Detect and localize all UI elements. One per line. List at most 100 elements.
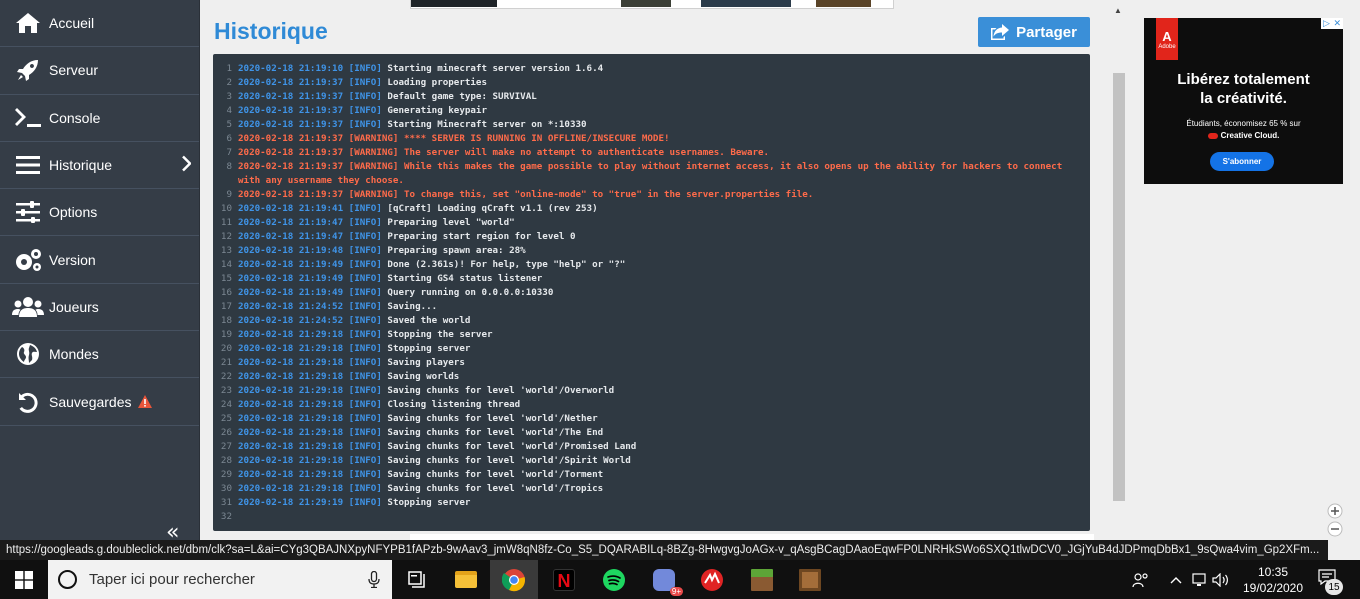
log-line: 12 2020-02-18 21:19:47 [INFO] Preparing s… xyxy=(213,230,1090,244)
log-line: 14 2020-02-18 21:19:49 [INFO] Done (2.361… xyxy=(213,258,1090,272)
log-console[interactable]: 1 2020-02-18 21:19:10 [INFO] Starting min… xyxy=(213,54,1090,531)
log-line-number: 16 xyxy=(220,287,232,298)
log-line: 1 2020-02-18 21:19:10 [INFO] Starting min… xyxy=(213,62,1090,76)
log-line: 31 2020-02-18 21:29:19 [INFO] Stopping se… xyxy=(213,496,1090,510)
log-line-number: 6 xyxy=(226,133,232,144)
sidebar-item-joueurs[interactable]: Joueurs xyxy=(0,284,199,332)
log-message: Generating keypair xyxy=(387,105,487,116)
adobe-ad-banner[interactable]: A Adobe ▷ ✕ Libérez totalement la créati… xyxy=(1144,18,1343,184)
task-view-button[interactable] xyxy=(394,560,442,599)
log-timestamp: 2020-02-18 21:19:37 xyxy=(238,119,344,130)
log-message: Saving chunks for level 'world'/Promised… xyxy=(387,441,637,452)
log-timestamp: 2020-02-18 21:19:49 xyxy=(238,287,344,298)
sidebar-item-serveur[interactable]: Serveur xyxy=(0,47,199,95)
log-line: 2 2020-02-18 21:19:37 [INFO] Loading prop… xyxy=(213,76,1090,90)
sidebar-item-options[interactable]: Options xyxy=(0,189,199,237)
taskbar-app-red[interactable] xyxy=(688,560,736,599)
microphone-icon[interactable] xyxy=(368,570,380,593)
log-timestamp: 2020-02-18 21:29:18 xyxy=(238,413,344,424)
log-level: [INFO] xyxy=(348,245,382,256)
log-timestamp: 2020-02-18 21:29:18 xyxy=(238,343,344,354)
adobe-logo-mark: A xyxy=(1162,28,1172,44)
log-line-text: 2020-02-18 21:19:37 [INFO] Starting Mine… xyxy=(238,118,1078,132)
log-line: 18 2020-02-18 21:24:52 [INFO] Saved the w… xyxy=(213,314,1090,328)
sidebar-item-mondes[interactable]: Mondes xyxy=(0,331,199,379)
network-icon xyxy=(1192,572,1206,586)
log-timestamp: 2020-02-18 21:29:18 xyxy=(238,441,344,452)
log-line-number: 7 xyxy=(226,147,232,158)
log-line-number: 31 xyxy=(220,497,232,508)
log-message: Saving chunks for level 'world'/Overworl… xyxy=(387,385,615,396)
log-level: [INFO] xyxy=(348,203,382,214)
log-level: [INFO] xyxy=(348,371,382,382)
log-line: 29 2020-02-18 21:29:18 [INFO] Saving chun… xyxy=(213,468,1090,482)
log-line-number: 2 xyxy=(226,77,232,88)
ad-close-button[interactable]: ▷ ✕ xyxy=(1321,18,1343,29)
ad-subscribe-button[interactable]: S'abonner xyxy=(1210,152,1274,171)
share-button[interactable]: Partager xyxy=(978,17,1090,47)
log-message: Preparing start region for level 0 xyxy=(387,231,576,242)
volume-button[interactable] xyxy=(1212,560,1230,599)
log-message: To change this, set "online-mode" to "tr… xyxy=(404,189,814,200)
log-line: 9 2020-02-18 21:19:37 [WARNING] To change… xyxy=(213,188,1090,202)
log-line-number: 22 xyxy=(220,371,232,382)
sidebar-item-label: Accueil xyxy=(49,15,95,32)
log-line: 24 2020-02-18 21:29:18 [INFO] Closing lis… xyxy=(213,398,1090,412)
taskbar-chrome[interactable] xyxy=(490,560,538,599)
log-line-text: 2020-02-18 21:29:18 [INFO] Stopping serv… xyxy=(238,342,1078,356)
log-message: Saving chunks for level 'world'/The End xyxy=(387,427,604,438)
log-timestamp: 2020-02-18 21:29:18 xyxy=(238,329,344,340)
sidebar-item-console[interactable]: Console xyxy=(0,95,199,142)
log-line-number: 27 xyxy=(220,441,232,452)
taskbar-search-box[interactable]: Taper ici pour rechercher xyxy=(48,560,392,599)
log-level: [INFO] xyxy=(348,385,382,396)
start-button[interactable] xyxy=(0,560,48,599)
log-line-number: 8 xyxy=(226,161,232,172)
log-level: [INFO] xyxy=(348,357,382,368)
sidebar-item-label: Historique xyxy=(49,157,113,174)
speaker-icon xyxy=(1212,572,1228,587)
taskbar-minecraft[interactable] xyxy=(738,560,786,599)
taskbar-discord[interactable]: 9+ xyxy=(640,560,688,599)
taskbar-minecraft-launcher[interactable] xyxy=(786,560,834,599)
log-timestamp: 2020-02-18 21:29:18 xyxy=(238,427,344,438)
ad-subtext-line-2: Creative Cloud. xyxy=(1144,130,1343,142)
log-message: Stopping server xyxy=(387,343,471,354)
log-line-number: 20 xyxy=(220,343,232,354)
people-button[interactable] xyxy=(1132,560,1150,599)
sidebar-item-label: Joueurs xyxy=(49,298,99,315)
zoom-controls[interactable] xyxy=(1326,502,1344,538)
log-line-number: 30 xyxy=(220,483,232,494)
network-button[interactable] xyxy=(1192,560,1208,599)
tray-overflow-button[interactable] xyxy=(1170,560,1182,599)
taskbar-clock[interactable]: 10:35 19/02/2020 xyxy=(1238,564,1308,596)
crafting-table-icon xyxy=(799,568,821,591)
scroll-up-arrow-icon[interactable]: ▲ xyxy=(1114,6,1122,15)
spotify-icon xyxy=(603,568,625,591)
taskbar-file-explorer[interactable] xyxy=(442,560,490,599)
log-level: [WARNING] xyxy=(348,161,399,172)
log-line: 10 2020-02-18 21:19:41 [INFO] [qCraft] Lo… xyxy=(213,202,1090,216)
log-line-number: 21 xyxy=(220,357,232,368)
gears-icon xyxy=(12,246,44,274)
log-message: Default game type: SURVIVAL xyxy=(387,91,537,102)
log-timestamp: 2020-02-18 21:24:52 xyxy=(238,315,344,326)
taskbar-spotify[interactable] xyxy=(590,560,638,599)
log-message: Preparing level "world" xyxy=(387,217,515,228)
log-line-number: 12 xyxy=(220,231,232,242)
sidebar-item-version[interactable]: Version xyxy=(0,236,199,284)
page-scrollbar-thumb[interactable] xyxy=(1113,73,1125,501)
log-line-text: 2020-02-18 21:29:18 [INFO] Saving chunks… xyxy=(238,426,1078,440)
log-line-text: 2020-02-18 21:19:49 [INFO] Starting GS4 … xyxy=(238,272,1078,286)
log-line: 21 2020-02-18 21:29:18 [INFO] Saving play… xyxy=(213,356,1090,370)
sidebar-item-accueil[interactable]: Accueil xyxy=(0,0,199,48)
sidebar-item-sauvegardes[interactable]: Sauvegardes xyxy=(0,378,199,426)
log-message: Starting GS4 status listener xyxy=(387,273,543,284)
log-line: 8 2020-02-18 21:19:37 [WARNING] While thi… xyxy=(213,160,1090,188)
cortana-icon xyxy=(58,570,77,589)
sidebar-item-historique[interactable]: Historique xyxy=(0,142,199,190)
log-line-number: 25 xyxy=(220,413,232,424)
ad-subtext-line-1: Étudiants, économisez 65 % sur xyxy=(1186,119,1301,128)
taskbar-netflix[interactable]: N xyxy=(540,560,588,599)
sidebar: Accueil Serveur Console Historique Optio… xyxy=(0,0,200,560)
